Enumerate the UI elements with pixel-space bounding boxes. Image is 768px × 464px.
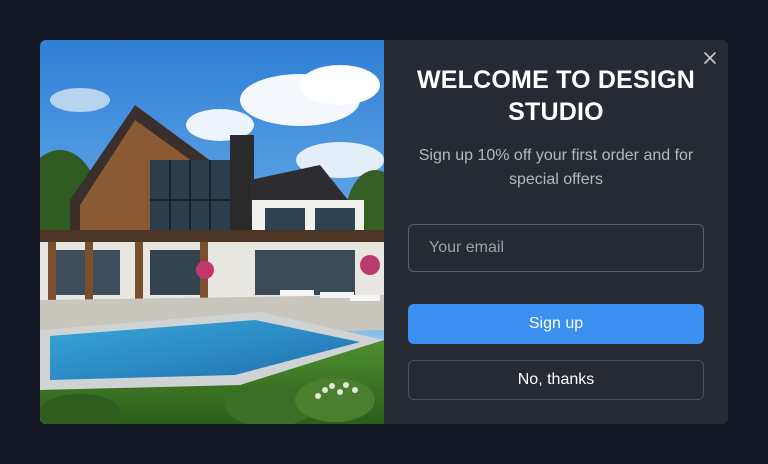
modal-title: WELCOME TO DESIGN STUDIO: [417, 66, 695, 126]
no-thanks-button[interactable]: No, thanks: [408, 360, 704, 400]
no-thanks-button-label: No, thanks: [517, 371, 595, 388]
email-input[interactable]: [408, 224, 704, 272]
close-icon[interactable]: [702, 50, 718, 66]
hero-image: [40, 40, 384, 424]
modern-house-illustration: [40, 40, 384, 424]
signup-modal: WELCOME TO DESIGN STUDIO Sign up 10% off…: [40, 40, 728, 424]
signup-button-label: Sign up: [528, 315, 584, 332]
modal-subtitle: Sign up 10% off your first order and for…: [418, 147, 694, 188]
signup-button[interactable]: Sign up: [408, 304, 704, 344]
signup-panel: WELCOME TO DESIGN STUDIO Sign up 10% off…: [384, 40, 728, 424]
